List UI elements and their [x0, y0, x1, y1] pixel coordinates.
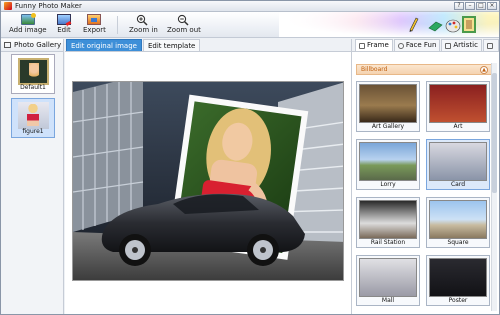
template-label: Mall [381, 297, 395, 304]
zoom-out-icon [177, 14, 191, 26]
template-rail-station[interactable]: Rail Station [356, 197, 420, 248]
close-button[interactable]: × [487, 2, 497, 10]
tab-artistic[interactable]: Artistic [441, 39, 482, 51]
template-thumbnail [429, 84, 487, 123]
template-art[interactable]: Art [426, 81, 490, 132]
tab-edit-original-image[interactable]: Edit original image [66, 39, 142, 51]
template-thumbnail [359, 142, 417, 181]
title-bar: Funny Photo Maker ? – □ × [1, 1, 499, 12]
tab-edit-template[interactable]: Edit template [142, 39, 201, 51]
toolbar-separator [117, 16, 118, 34]
template-label: Square [447, 239, 469, 246]
zoom-in-icon [136, 14, 150, 26]
tab-more[interactable] [482, 39, 499, 51]
pencil-icon [407, 16, 419, 34]
category-label: Billboard [361, 66, 388, 73]
export-button[interactable]: Export [83, 14, 106, 36]
template-thumbnail [359, 84, 417, 123]
gallery-item-figure1[interactable]: figure1 [11, 98, 55, 138]
template-lorry[interactable]: Lorry [356, 139, 420, 190]
template-label: Poster [448, 297, 468, 304]
add-image-label: Add image [9, 26, 47, 34]
template-label: Art [453, 123, 463, 130]
palette-icon [445, 19, 461, 35]
template-thumbnail [429, 258, 487, 297]
gallery-item-label: Default1 [20, 84, 46, 91]
edit-button[interactable]: Edit [57, 14, 71, 36]
app-window: Funny Photo Maker ? – □ × Add image Edit… [0, 0, 500, 315]
template-label: Rail Station [370, 239, 406, 246]
template-label: Card [450, 181, 466, 188]
photo-gallery-label: Photo Gallery [14, 41, 62, 49]
template-thumbnail [359, 200, 417, 239]
scrollbar-thumb[interactable] [492, 73, 497, 193]
zoom-out-label: Zoom out [167, 26, 201, 34]
template-square[interactable]: Square [426, 197, 490, 248]
help-button[interactable]: ? [454, 2, 464, 10]
edit-icon [57, 14, 71, 25]
tab-frame[interactable]: Frame [355, 39, 393, 51]
collapse-chevron-icon[interactable]: ▲ [480, 66, 488, 74]
template-poster[interactable]: Poster [426, 255, 490, 306]
tab-artistic-label: Artistic [453, 41, 478, 49]
add-image-button[interactable]: Add image [9, 13, 47, 36]
template-art-gallery[interactable]: Art Gallery [356, 81, 420, 132]
edit-label: Edit [57, 26, 71, 34]
template-mall[interactable]: Mall [356, 255, 420, 306]
template-thumbnail [429, 142, 487, 181]
tab-frame-label: Frame [367, 41, 389, 49]
template-tabs: Frame Face Fun Artistic [352, 39, 499, 52]
template-card[interactable]: Card [426, 139, 490, 190]
tab-face-fun-label: Face Fun [405, 41, 437, 49]
more-tab-icon [486, 42, 493, 49]
face-icon [397, 42, 404, 49]
photo-gallery-panel: Photo Gallery Default1 figure1 [1, 39, 64, 314]
minimize-button[interactable]: – [465, 2, 475, 10]
eraser-icon [427, 20, 443, 34]
export-icon [87, 14, 102, 25]
artistic-icon [445, 42, 452, 49]
template-panel: Frame Face Fun Artistic Billboard ▲ Art … [351, 39, 499, 314]
thumbnail-image [18, 102, 49, 129]
zoom-in-button[interactable]: Zoom in [129, 14, 158, 36]
template-label: Art Gallery [371, 123, 405, 130]
window-controls: ? – □ × [454, 2, 497, 10]
canvas[interactable] [65, 52, 351, 314]
template-thumbnail [429, 200, 487, 239]
gallery-item-label: figure1 [22, 128, 44, 135]
category-header-billboard[interactable]: Billboard ▲ [356, 64, 492, 75]
export-label: Export [83, 26, 106, 34]
window-title: Funny Photo Maker [15, 2, 82, 10]
template-scrollbar[interactable] [491, 63, 497, 311]
add-image-icon [20, 13, 36, 25]
template-thumbnail [359, 258, 417, 297]
billboard-photo-image [73, 82, 343, 280]
editor-tabs: Edit original image Edit template [65, 39, 351, 52]
zoom-in-label: Zoom in [129, 26, 158, 34]
gallery-icon [4, 42, 11, 48]
maximize-button[interactable]: □ [476, 2, 486, 10]
tab-face-fun[interactable]: Face Fun [393, 39, 441, 51]
gallery-item-default1[interactable]: Default1 [11, 54, 55, 94]
zoom-out-button[interactable]: Zoom out [167, 14, 201, 36]
editor-area: Edit original image Edit template [65, 39, 351, 314]
toolbar: Add image Edit Export Zoom in Zoom out [1, 12, 499, 38]
app-icon [4, 2, 12, 10]
frame-icon [359, 42, 365, 49]
frame-art-icon [462, 16, 476, 33]
tab-photo-gallery[interactable]: Photo Gallery [1, 39, 63, 52]
thumbnail-image [18, 58, 49, 85]
template-label: Lorry [380, 181, 396, 188]
preview-photo[interactable] [72, 81, 344, 281]
